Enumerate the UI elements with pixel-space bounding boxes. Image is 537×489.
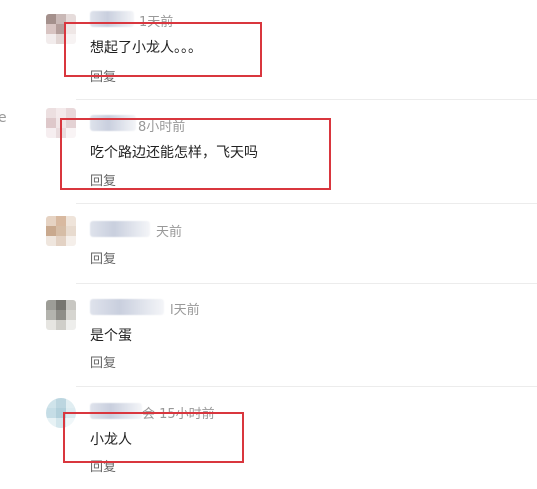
highlight-box (63, 412, 244, 463)
username-blurred[interactable] (90, 299, 164, 315)
avatar[interactable] (46, 300, 76, 330)
divider (76, 99, 537, 100)
cut-off-text: e (0, 110, 7, 126)
reply-button[interactable]: 回复 (90, 352, 116, 371)
divider (76, 386, 537, 387)
comment-time: 天前 (156, 225, 183, 240)
divider (76, 203, 537, 204)
reply-button[interactable]: 回复 (90, 248, 116, 267)
avatar[interactable] (46, 216, 76, 246)
username-blurred[interactable] (90, 221, 150, 237)
comment-time: l天前 (170, 303, 200, 318)
comment-text: 是个蛋 (90, 328, 132, 344)
highlight-box (64, 22, 262, 77)
highlight-box (60, 118, 331, 190)
divider (76, 283, 537, 284)
